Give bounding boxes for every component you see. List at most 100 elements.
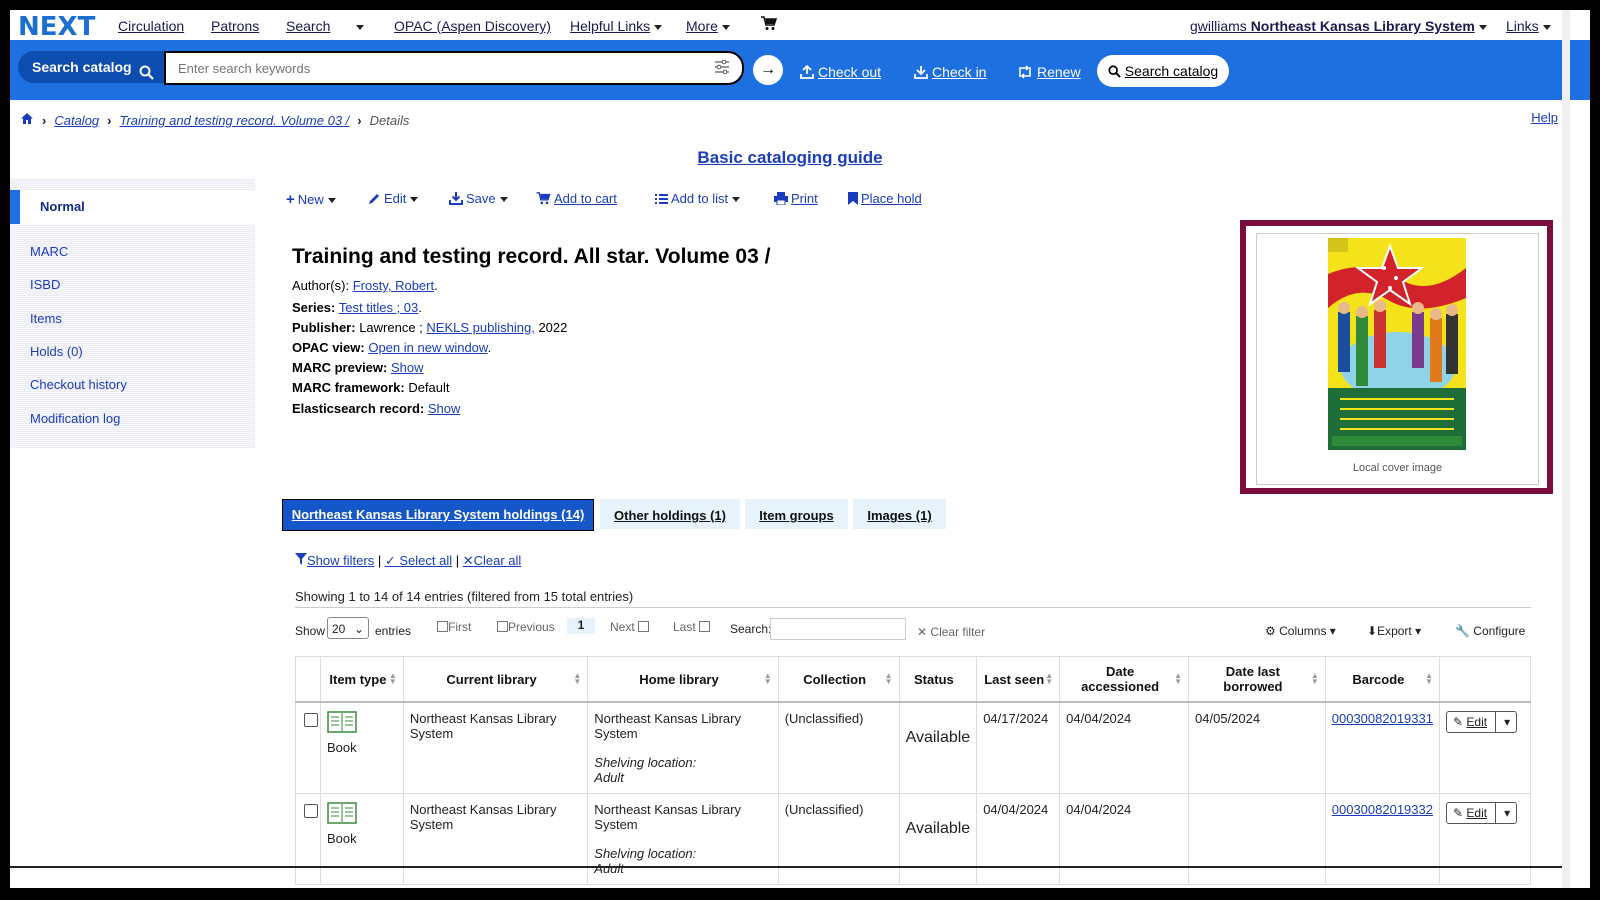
cover-frame: Local cover image: [1256, 233, 1539, 485]
first-page-button[interactable]: First: [437, 620, 471, 634]
clear-filter-button[interactable]: ✕ Clear filter: [917, 625, 985, 639]
search-input[interactable]: [176, 53, 700, 83]
record-elasticsearch: Elasticsearch record: Show: [292, 401, 461, 416]
cataloging-guide-link[interactable]: Basic cataloging guide: [697, 148, 882, 167]
breadcrumb-record[interactable]: Training and testing record. Volume 03 /: [120, 113, 350, 128]
chevron-down-icon: ⌄: [353, 622, 364, 636]
page-scrollbar[interactable]: [1562, 10, 1570, 888]
search-label: Search:: [730, 622, 772, 636]
sidebar-item-isbd[interactable]: ISBD: [30, 277, 60, 292]
place-hold-label: Place hold: [861, 191, 922, 206]
table-row: Book Northeast Kansas Library System Nor…: [295, 701, 1532, 794]
check-out-link[interactable]: Check out: [800, 64, 881, 80]
row-checkbox[interactable]: [304, 804, 318, 818]
caret-down-icon[interactable]: ▾: [1495, 712, 1510, 732]
columns-button[interactable]: ⚙ Columns ▾: [1265, 624, 1336, 638]
breadcrumb: › Catalog › Training and testing record. Vo…: [20, 112, 409, 128]
next-logo[interactable]: NEXT: [18, 12, 95, 42]
renew-link[interactable]: Renew: [1017, 64, 1081, 80]
search-icon: [1108, 65, 1121, 78]
cart-icon[interactable]: [761, 16, 778, 34]
search-type-button[interactable]: Search catalog: [18, 51, 164, 83]
sidebar-item-modification-log[interactable]: Modification log: [30, 411, 120, 426]
tab-other-holdings[interactable]: Other holdings (1): [600, 499, 740, 529]
home-icon[interactable]: [20, 113, 34, 128]
holdings-table: Item type ▲ ▼ Current library ▲ ▼ Home libra…: [295, 656, 1532, 885]
save-button[interactable]: Save: [449, 191, 508, 206]
column-header-date-last-borrowed[interactable]: Date last borrowed ▲ ▼: [1188, 656, 1326, 703]
nav-search[interactable]: Search: [286, 18, 330, 34]
column-header-current-library[interactable]: Current library ▲ ▼: [402, 656, 589, 703]
sidebar-item-marc[interactable]: MARC: [30, 244, 68, 259]
bottom-border: [10, 866, 1570, 868]
publisher-link[interactable]: NEKLS publishing,: [426, 320, 534, 335]
add-to-list-button[interactable]: Add to list: [655, 191, 740, 206]
sidebar-item-holds[interactable]: Holds (0): [30, 344, 83, 359]
column-header-last-seen[interactable]: Last seen ▲ ▼: [976, 656, 1061, 703]
barcode-link[interactable]: 00030082019331: [1332, 711, 1433, 726]
edit-item-button[interactable]: ✎ Edit ▾: [1445, 802, 1518, 824]
caret-down-icon[interactable]: ▾: [1495, 803, 1510, 823]
pencil-icon: [369, 194, 379, 204]
edit-item-button[interactable]: ✎ Edit ▾: [1445, 711, 1518, 733]
pencil-icon: ✎: [1452, 806, 1464, 820]
last-page-button[interactable]: Last: [673, 620, 711, 634]
record-framework: MARC framework: Default: [292, 380, 450, 395]
series-link[interactable]: Test titles ; 03: [339, 300, 418, 315]
column-header-status[interactable]: Status: [898, 656, 978, 703]
search-submit-button[interactable]: →: [753, 55, 783, 85]
search-options-icon[interactable]: [714, 59, 730, 77]
tab-item-groups[interactable]: Item groups: [745, 499, 848, 529]
page-1-button[interactable]: 1: [567, 618, 595, 634]
cover-image[interactable]: [1328, 238, 1466, 450]
select-column-header: [295, 656, 321, 703]
elasticsearch-link[interactable]: Show: [428, 401, 461, 416]
nav-circulation[interactable]: Circulation: [118, 18, 184, 34]
edit-button[interactable]: Edit: [368, 191, 418, 206]
new-button[interactable]: + New: [286, 191, 336, 208]
place-hold-button[interactable]: Place hold: [848, 191, 922, 206]
check-in-link[interactable]: Check in: [914, 64, 986, 80]
column-header-home-library[interactable]: Home library ▲ ▼: [587, 656, 779, 703]
table-search-input[interactable]: [770, 618, 906, 640]
nav-links[interactable]: Links: [1506, 18, 1551, 34]
opac-link[interactable]: Open in new window: [368, 340, 487, 355]
marc-preview-link[interactable]: Show: [391, 360, 424, 375]
next-page-button[interactable]: Next: [610, 620, 650, 634]
nav-search-dropdown[interactable]: [352, 18, 364, 34]
column-header-barcode[interactable]: Barcode ▲ ▼: [1324, 656, 1440, 703]
sidebar-item-items[interactable]: Items: [30, 311, 62, 326]
column-header-date-accessioned[interactable]: Date accessioned ▲ ▼: [1059, 656, 1190, 703]
column-header-collection[interactable]: Collection ▲ ▼: [777, 656, 900, 703]
sidebar-item-checkout-history[interactable]: Checkout history: [30, 377, 127, 392]
tab-holdings[interactable]: Northeast Kansas Library System holdings…: [282, 499, 594, 531]
previous-page-button[interactable]: Previous: [497, 620, 555, 634]
help-link[interactable]: Help: [1531, 110, 1558, 125]
page-size-select[interactable]: 20 ⌄: [327, 617, 369, 639]
gear-icon: ⚙: [1265, 624, 1276, 638]
configure-button[interactable]: 🔧 Configure: [1455, 624, 1525, 638]
user-menu[interactable]: gwilliams Northeast Kansas Library Syste…: [1190, 18, 1487, 34]
search-type-label: Search catalog: [32, 59, 132, 75]
nav-patrons[interactable]: Patrons: [211, 18, 259, 34]
export-button[interactable]: ⬇Export ▾: [1367, 624, 1421, 638]
record-title: Training and testing record. All star. V…: [292, 245, 771, 268]
show-filters-link[interactable]: Show filters: [295, 553, 374, 568]
table-header-row: Item type ▲ ▼ Current library ▲ ▼ Home libra…: [295, 656, 1532, 703]
column-header-item-type[interactable]: Item type ▲ ▼: [320, 656, 404, 703]
print-button[interactable]: Print: [774, 191, 818, 206]
search-catalog-button[interactable]: Search catalog: [1097, 55, 1229, 87]
add-to-cart-button[interactable]: Add to cart: [536, 191, 617, 206]
select-all-link[interactable]: ✓ Select all: [385, 553, 452, 568]
barcode-link[interactable]: 00030082019332: [1332, 802, 1433, 817]
tab-images[interactable]: Images (1): [853, 499, 946, 529]
author-link[interactable]: Frosty, Robert: [353, 278, 434, 293]
breadcrumb-catalog[interactable]: Catalog: [54, 113, 99, 128]
nav-opac[interactable]: OPAC (Aspen Discovery): [394, 18, 551, 34]
sidebar-item-normal[interactable]: Normal: [10, 190, 255, 224]
nav-helpful-links[interactable]: Helpful Links: [570, 18, 662, 34]
clear-all-link[interactable]: ✕Clear all: [463, 553, 522, 568]
nav-more[interactable]: More: [686, 18, 730, 34]
barcode-cell: 00030082019331: [1324, 701, 1440, 794]
row-checkbox[interactable]: [304, 713, 318, 727]
